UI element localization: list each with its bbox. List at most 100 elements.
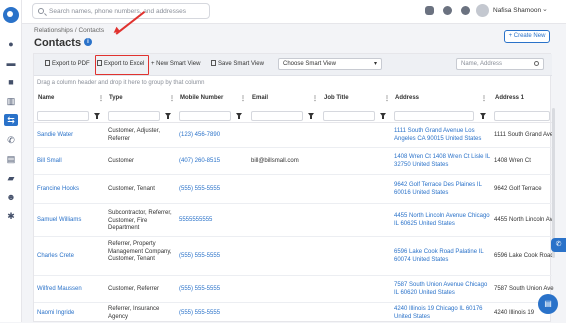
chevron-down-icon[interactable]: ⌄ <box>542 5 548 13</box>
chevron-down-icon: ▾ <box>373 61 377 67</box>
sidebar: ● ▬ ■ ▥ ⇆ ✆ ▤ ▰ ☻ ✱ <box>0 0 22 322</box>
contact-address-link[interactable]: 1111 South Grand Avenue Los Angeles CA 9… <box>394 128 490 143</box>
truck-nav-icon[interactable]: ▰ <box>6 173 16 183</box>
table-row[interactable]: Sandie Water Customer, Adjuster, Referre… <box>34 124 553 148</box>
column-label: Name <box>38 95 55 101</box>
contact-mobile[interactable]: 5555555555 <box>179 217 212 225</box>
grid-toolbar: Export to PDF Export to Excel + New Smar… <box>34 54 552 76</box>
filter-icon[interactable] <box>380 113 386 119</box>
email-filter-input[interactable] <box>251 111 303 121</box>
contact-mobile[interactable]: (555) 555-5555 <box>179 310 220 318</box>
column-header-address[interactable]: Address ⋮ <box>395 95 487 107</box>
folder-nav-icon[interactable]: ▬ <box>6 58 16 68</box>
column-label: Address 1 <box>495 95 525 101</box>
phone-nav-icon[interactable]: ✆ <box>6 135 16 145</box>
documents-nav-icon[interactable]: ▤ <box>6 154 16 164</box>
table-row[interactable]: Wilfred Maussen Customer, Referrer (555)… <box>34 277 554 303</box>
name-address-filter-input[interactable]: Name, Address <box>456 58 544 70</box>
table-row[interactable]: Francine Hooks Customer, Tenant (555) 55… <box>34 176 552 204</box>
contact-type: Referrer, Insurance Agency <box>108 306 160 320</box>
contact-name-link[interactable]: Wilfred Maussen <box>37 286 82 294</box>
filter-icon[interactable] <box>480 113 486 119</box>
vertical-scrollbar[interactable] <box>552 108 555 258</box>
group-by-hint: Drag a column header and drop it here to… <box>37 80 205 86</box>
chat-support-button[interactable]: ▤ <box>538 294 558 314</box>
export-pdf-button[interactable]: Export to PDF <box>45 59 90 70</box>
bell-icon[interactable] <box>443 6 452 15</box>
contact-mobile[interactable]: (555) 555-5555 <box>179 253 220 261</box>
contact-name-link[interactable]: Charles Crete <box>37 253 74 261</box>
contacts-nav-icon[interactable]: ⇆ <box>4 114 18 126</box>
filter-icon[interactable] <box>94 113 100 119</box>
filter-placeholder: Name, Address <box>461 61 503 67</box>
info-icon[interactable]: i <box>84 38 92 46</box>
column-header-mobile[interactable]: Mobile Number ⋮ <box>180 95 246 107</box>
phone-icon[interactable]: ✆ <box>551 238 566 252</box>
table-row[interactable]: Samuel Williams Subcontractor, Referrer,… <box>34 205 553 237</box>
column-header-name[interactable]: Name ⋮ <box>38 95 104 107</box>
column-header-address-1[interactable]: Address 1 <box>495 95 551 107</box>
users-nav-icon[interactable]: ☻ <box>6 192 16 202</box>
name-filter-input[interactable] <box>37 111 89 121</box>
job-filter-input[interactable] <box>323 111 375 121</box>
clock-icon[interactable] <box>461 6 470 15</box>
contact-address-link[interactable]: 1408 Wren Ct 1408 Wren Ct Lisle IL 32750… <box>394 154 490 169</box>
contact-name-link[interactable]: Samuel Williams <box>37 217 81 225</box>
column-header-job-title[interactable]: Job Title ⋮ <box>324 95 390 107</box>
contact-address1: 1408 Wren Ct <box>494 158 531 164</box>
choose-smart-view-select[interactable]: Choose Smart View ▾ <box>278 58 382 70</box>
contact-address-link[interactable]: 9642 Golf Terrace Des Plaines IL 60016 U… <box>394 182 490 197</box>
app-logo[interactable] <box>3 7 19 23</box>
page-title: Contacts <box>34 37 82 49</box>
create-new-button[interactable]: + Create New <box>504 30 550 43</box>
contact-address-link[interactable]: 6596 Lake Cook Road Palatine IL 60074 Un… <box>394 249 490 264</box>
column-menu-icon[interactable]: ⋮ <box>481 95 487 102</box>
avatar[interactable] <box>476 4 489 17</box>
contact-type: Customer, Referrer <box>108 286 160 292</box>
table-row[interactable]: Charles Crete Referrer, Property Managem… <box>34 238 554 276</box>
map-nav-icon[interactable]: ▥ <box>6 96 16 106</box>
column-filter-row <box>34 109 552 123</box>
contact-mobile[interactable]: (555) 555-5555 <box>179 186 220 194</box>
contact-type: Customer, Tenant <box>108 186 155 192</box>
contact-name-link[interactable]: Francine Hooks <box>37 186 79 194</box>
column-menu-icon[interactable]: ⋮ <box>98 95 104 102</box>
contact-name-link[interactable]: Bill Small <box>37 158 62 166</box>
contact-name-link[interactable]: Naomi Ingride <box>37 310 74 318</box>
save-smart-view-label: Save Smart View <box>218 61 264 67</box>
address-filter-input[interactable] <box>394 111 474 121</box>
new-smart-view-button[interactable]: + New Smart View <box>151 59 200 70</box>
contact-address-link[interactable]: 4455 North Lincoln Avenue Chicago IL 606… <box>394 213 490 228</box>
contact-address-link[interactable]: 7587 South Union Avenue Chicago IL 60620… <box>394 282 490 297</box>
username[interactable]: Nafisa Shamoon <box>493 7 541 14</box>
column-menu-icon[interactable]: ⋮ <box>240 95 246 102</box>
chat-icon[interactable] <box>425 6 434 15</box>
contact-mobile[interactable]: (123) 456-7890 <box>179 132 220 140</box>
contact-mobile[interactable]: (407) 260-8515 <box>179 158 220 166</box>
settings-nav-icon[interactable]: ✱ <box>6 211 16 221</box>
contact-address-link[interactable]: 4240 Illinois 19 Chicago IL 60176 United… <box>394 306 490 321</box>
contact-type: Customer <box>108 158 135 164</box>
address1-filter-input[interactable] <box>494 111 550 121</box>
filter-icon[interactable] <box>308 113 314 119</box>
column-header-email[interactable]: Email ⋮ <box>252 95 318 107</box>
info-nav-icon[interactable]: ● <box>6 39 16 49</box>
column-menu-icon[interactable]: ⋮ <box>384 95 390 102</box>
contact-name-link[interactable]: Sandie Water <box>37 132 73 140</box>
contact-type: Subcontractor, Referrer, Customer, Fire … <box>108 210 172 231</box>
table-row[interactable]: Bill Small Customer (407) 260-8515 bill@… <box>34 149 552 175</box>
mobile-filter-input[interactable] <box>179 111 231 121</box>
search-placeholder: Search names, phone numbers, and address… <box>49 8 186 15</box>
contact-mobile[interactable]: (555) 555-5555 <box>179 286 220 294</box>
column-label: Job Title <box>324 95 349 101</box>
global-search-input[interactable]: Search names, phone numbers, and address… <box>32 3 210 19</box>
filter-icon[interactable] <box>165 113 171 119</box>
table-row[interactable]: Naomi Ingride Referrer, Insurance Agency… <box>34 304 552 323</box>
save-smart-view-button[interactable]: Save Smart View <box>211 59 264 70</box>
column-menu-icon[interactable]: ⋮ <box>169 95 175 102</box>
filter-icon[interactable] <box>236 113 242 119</box>
column-menu-icon[interactable]: ⋮ <box>312 95 318 102</box>
column-header-type[interactable]: Type ⋮ <box>109 95 175 107</box>
type-filter-input[interactable] <box>108 111 160 121</box>
briefcase-nav-icon[interactable]: ■ <box>6 77 16 87</box>
